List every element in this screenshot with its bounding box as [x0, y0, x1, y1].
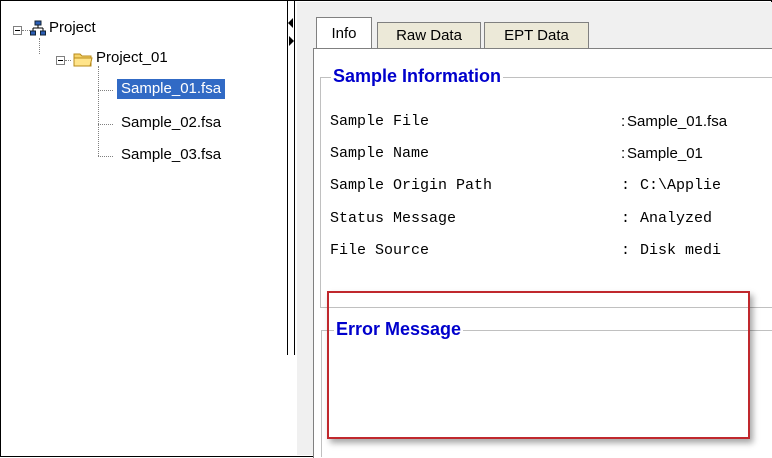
- tree-root-label[interactable]: Project: [49, 19, 96, 36]
- tab-raw-data[interactable]: Raw Data: [377, 22, 481, 48]
- project-tree: Project Project_01 Sample_01.fsa Sample_…: [0, 0, 287, 457]
- tree-folder-label[interactable]: Project_01: [96, 49, 168, 66]
- info-sep: :: [621, 210, 631, 227]
- info-value-sample-name: Sample_01: [627, 145, 703, 162]
- tree-file-sample-03[interactable]: Sample_03.fsa: [121, 146, 221, 163]
- splitter-divider[interactable]: [287, 0, 288, 355]
- collapse-left-arrow-icon[interactable]: [288, 18, 293, 28]
- tree-file-sample-01[interactable]: Sample_01.fsa: [117, 79, 226, 99]
- info-label-file-source: File Source: [330, 242, 430, 259]
- info-value-sample-file: Sample_01.fsa: [627, 113, 728, 130]
- tab-info[interactable]: Info: [316, 17, 372, 49]
- info-value-status-message: Analyzed: [640, 210, 713, 227]
- error-message-highlight: [327, 291, 750, 439]
- collapse-root-toggle[interactable]: [13, 26, 22, 35]
- info-label-sample-file: Sample File: [330, 113, 430, 130]
- info-label-status-message: Status Message: [330, 210, 457, 227]
- tree-file-sample-02[interactable]: Sample_02.fsa: [121, 114, 221, 131]
- hierarchy-icon: [30, 20, 46, 36]
- collapse-folder-toggle[interactable]: [56, 56, 65, 65]
- info-label-sample-name: Sample Name: [330, 145, 430, 162]
- info-value-file-source: Disk medi: [640, 242, 722, 259]
- info-sep: :: [621, 242, 631, 259]
- sample-info-title: Sample Information: [331, 66, 504, 87]
- folder-icon: [73, 53, 93, 67]
- info-sep: :: [621, 177, 631, 194]
- tab-ept-data[interactable]: EPT Data: [484, 22, 589, 48]
- info-sep: :: [621, 145, 626, 162]
- info-sep: :: [621, 113, 626, 130]
- info-label-origin-path: Sample Origin Path: [330, 177, 493, 194]
- expand-right-arrow-icon[interactable]: [289, 36, 294, 46]
- info-value-origin-path: C:\Applie: [640, 177, 722, 194]
